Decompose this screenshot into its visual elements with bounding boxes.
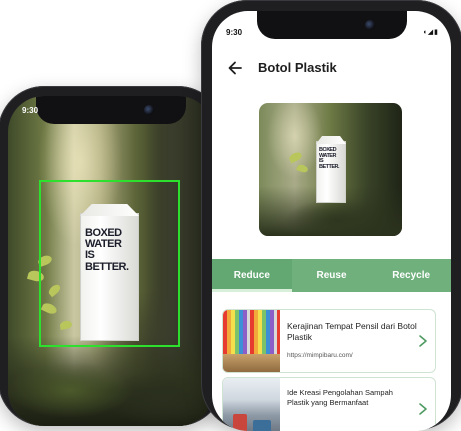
chevron-right-icon[interactable] xyxy=(418,402,428,416)
app-bar: Botol Plastik xyxy=(212,53,451,83)
battery-icon: ▮ xyxy=(434,29,439,36)
tab-bar: Reduce Reuse Recycle xyxy=(212,259,451,292)
carton-label: BOXED WATER IS BETTER. xyxy=(319,147,340,170)
back-arrow-icon[interactable] xyxy=(226,59,244,77)
status-icons: ◖◢▮ xyxy=(423,28,439,36)
detection-box xyxy=(39,180,180,347)
detail-phone: 9:30 ◖◢▮ Botol Plastik BOXED WATER IS BE… xyxy=(201,0,461,431)
camera-icon xyxy=(144,105,154,115)
tab-recycle[interactable]: Recycle xyxy=(371,259,451,292)
tab-reduce[interactable]: Reduce xyxy=(212,259,292,292)
chevron-right-icon[interactable] xyxy=(418,334,428,348)
water-carton: BOXED WATER IS BETTER. xyxy=(316,136,346,203)
article-title: Ide Kreasi Pengolahan Sampah Plastik yan… xyxy=(287,388,393,407)
tab-reuse[interactable]: Reuse xyxy=(292,259,372,292)
detail-screen: 9:30 ◖◢▮ Botol Plastik BOXED WATER IS BE… xyxy=(212,11,451,431)
moss xyxy=(8,336,214,426)
notch xyxy=(256,11,407,39)
article-title: Kerajinan Tempat Pensil dari Botol Plast… xyxy=(287,321,417,343)
article-thumbnail xyxy=(223,310,280,372)
page-title: Botol Plastik xyxy=(258,60,337,75)
article-url[interactable]: https://mimpibaru.com/ xyxy=(287,352,353,359)
leaf xyxy=(287,150,304,164)
article-thumbnail xyxy=(223,378,280,431)
article-card[interactable]: Ide Kreasi Pengolahan Sampah Plastik yan… xyxy=(222,377,436,431)
product-image: BOXED WATER IS BETTER. xyxy=(259,103,402,236)
status-time: 9:30 xyxy=(226,28,243,37)
article-card[interactable]: Kerajinan Tempat Pensil dari Botol Plast… xyxy=(222,309,436,373)
leaf xyxy=(296,163,309,174)
camera-icon xyxy=(364,20,375,30)
notch xyxy=(36,96,186,124)
status-time: 9:30 xyxy=(22,106,39,115)
